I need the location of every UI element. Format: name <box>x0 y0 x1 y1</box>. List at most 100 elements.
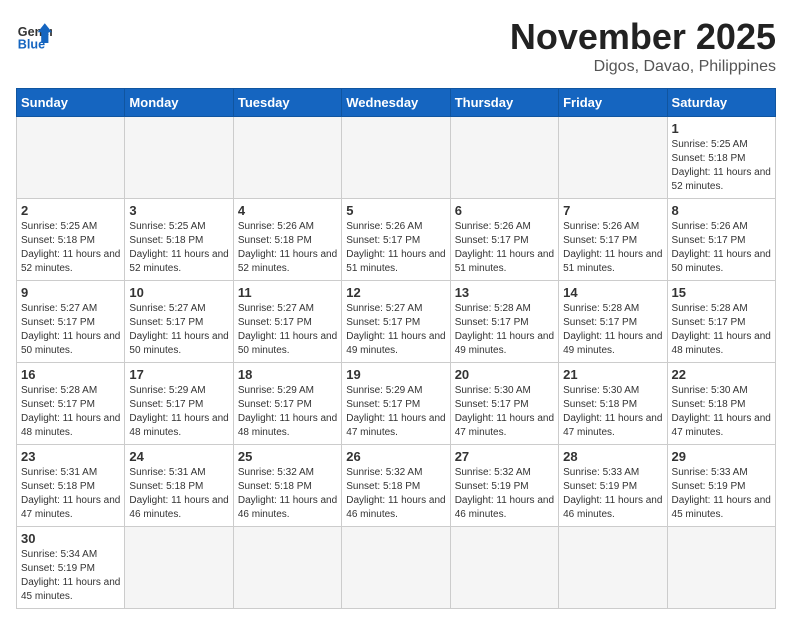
day-number: 6 <box>455 203 554 218</box>
table-row: 30 Sunrise: 5:34 AMSunset: 5:19 PMDayligh… <box>17 527 125 609</box>
page-title: November 2025 <box>510 16 776 58</box>
day-info: Sunrise: 5:34 AMSunset: 5:19 PMDaylight:… <box>21 548 120 604</box>
day-info: Sunrise: 5:33 AMSunset: 5:19 PMDaylight:… <box>672 466 771 522</box>
table-row: 9Sunrise: 5:27 AMSunset: 5:17 PMDaylight… <box>17 281 125 363</box>
table-row: 25Sunrise: 5:32 AMSunset: 5:18 PMDayligh… <box>233 445 341 527</box>
empty-cell <box>17 117 125 199</box>
table-row: 14Sunrise: 5:28 AMSunset: 5:17 PMDayligh… <box>559 281 667 363</box>
day-number: 16 <box>21 367 120 382</box>
empty-cell <box>342 117 450 199</box>
table-row: 16 Sunrise: 5:28 AMSunset: 5:17 PMDayligh… <box>17 363 125 445</box>
day-number: 5 <box>346 203 445 218</box>
day-number: 1 <box>672 121 771 136</box>
calendar-week-row: 16 Sunrise: 5:28 AMSunset: 5:17 PMDayligh… <box>17 363 776 445</box>
calendar-week-row: 2 Sunrise: 5:25 AMSunset: 5:18 PMDaylight… <box>17 199 776 281</box>
day-info: Sunrise: 5:29 AMSunset: 5:17 PMDaylight:… <box>346 384 445 440</box>
day-info: Sunrise: 5:26 AMSunset: 5:17 PMDaylight:… <box>563 220 662 276</box>
day-info: Sunrise: 5:30 AMSunset: 5:18 PMDaylight:… <box>672 384 771 440</box>
day-number: 29 <box>672 449 771 464</box>
header-tuesday: Tuesday <box>233 89 341 117</box>
table-row: 5 Sunrise: 5:26 AMSunset: 5:17 PMDaylight… <box>342 199 450 281</box>
empty-cell <box>125 527 233 609</box>
empty-cell <box>233 117 341 199</box>
day-number: 13 <box>455 285 554 300</box>
day-number: 14 <box>563 285 662 300</box>
page-subtitle: Digos, Davao, Philippines <box>510 58 776 76</box>
table-row: 21 Sunrise: 5:30 AMSunset: 5:18 PMDayligh… <box>559 363 667 445</box>
calendar-week-row: 9Sunrise: 5:27 AMSunset: 5:17 PMDaylight… <box>17 281 776 363</box>
table-row: 11Sunrise: 5:27 AMSunset: 5:17 PMDayligh… <box>233 281 341 363</box>
header-thursday: Thursday <box>450 89 558 117</box>
weekday-header-row: Sunday Monday Tuesday Wednesday Thursday… <box>17 89 776 117</box>
header-friday: Friday <box>559 89 667 117</box>
table-row: 27 Sunrise: 5:32 AMSunset: 5:19 PMDayligh… <box>450 445 558 527</box>
table-row: 4Sunrise: 5:26 AMSunset: 5:18 PMDaylight… <box>233 199 341 281</box>
calendar-week-row: 1 Sunrise: 5:25 AMSunset: 5:18 PMDaylight… <box>17 117 776 199</box>
empty-cell <box>450 527 558 609</box>
header-wednesday: Wednesday <box>342 89 450 117</box>
day-number: 17 <box>129 367 228 382</box>
day-info: Sunrise: 5:25 AMSunset: 5:18 PMDaylight:… <box>129 220 228 276</box>
calendar-week-row: 30 Sunrise: 5:34 AMSunset: 5:19 PMDayligh… <box>17 527 776 609</box>
table-row: 28 Sunrise: 5:33 AMSunset: 5:19 PMDayligh… <box>559 445 667 527</box>
calendar-week-row: 23Sunrise: 5:31 AMSunset: 5:18 PMDayligh… <box>17 445 776 527</box>
day-number: 30 <box>21 531 120 546</box>
day-number: 7 <box>563 203 662 218</box>
day-info: Sunrise: 5:25 AMSunset: 5:18 PMDaylight:… <box>21 220 120 276</box>
day-info: Sunrise: 5:28 AMSunset: 5:17 PMDaylight:… <box>21 384 120 440</box>
table-row: 17 Sunrise: 5:29 AMSunset: 5:17 PMDayligh… <box>125 363 233 445</box>
table-row: 19 Sunrise: 5:29 AMSunset: 5:17 PMDayligh… <box>342 363 450 445</box>
table-row: 18Sunrise: 5:29 AMSunset: 5:17 PMDayligh… <box>233 363 341 445</box>
table-row: 20Sunrise: 5:30 AMSunset: 5:17 PMDayligh… <box>450 363 558 445</box>
header-monday: Monday <box>125 89 233 117</box>
day-info: Sunrise: 5:33 AMSunset: 5:19 PMDaylight:… <box>563 466 662 522</box>
table-row: 24 Sunrise: 5:31 AMSunset: 5:18 PMDayligh… <box>125 445 233 527</box>
day-number: 4 <box>238 203 337 218</box>
day-info: Sunrise: 5:27 AMSunset: 5:17 PMDaylight:… <box>238 302 337 358</box>
table-row: 1 Sunrise: 5:25 AMSunset: 5:18 PMDaylight… <box>667 117 775 199</box>
day-number: 19 <box>346 367 445 382</box>
logo: General Blue <box>16 16 52 52</box>
table-row: 8Sunrise: 5:26 AMSunset: 5:17 PMDaylight… <box>667 199 775 281</box>
title-area: November 2025 Digos, Davao, Philippines <box>510 16 776 76</box>
day-info: Sunrise: 5:32 AMSunset: 5:19 PMDaylight:… <box>455 466 554 522</box>
day-info: Sunrise: 5:32 AMSunset: 5:18 PMDaylight:… <box>238 466 337 522</box>
day-info: Sunrise: 5:26 AMSunset: 5:17 PMDaylight:… <box>672 220 771 276</box>
header-saturday: Saturday <box>667 89 775 117</box>
day-info: Sunrise: 5:27 AMSunset: 5:17 PMDaylight:… <box>346 302 445 358</box>
day-number: 10 <box>129 285 228 300</box>
table-row: 12 Sunrise: 5:27 AMSunset: 5:17 PMDayligh… <box>342 281 450 363</box>
day-number: 12 <box>346 285 445 300</box>
day-number: 2 <box>21 203 120 218</box>
empty-cell <box>450 117 558 199</box>
day-info: Sunrise: 5:25 AMSunset: 5:18 PMDaylight:… <box>672 138 771 194</box>
day-number: 21 <box>563 367 662 382</box>
table-row: 15 Sunrise: 5:28 AMSunset: 5:17 PMDayligh… <box>667 281 775 363</box>
table-row: 22 Sunrise: 5:30 AMSunset: 5:18 PMDayligh… <box>667 363 775 445</box>
calendar-table: Sunday Monday Tuesday Wednesday Thursday… <box>16 88 776 609</box>
empty-cell <box>342 527 450 609</box>
day-info: Sunrise: 5:31 AMSunset: 5:18 PMDaylight:… <box>129 466 228 522</box>
day-number: 18 <box>238 367 337 382</box>
day-info: Sunrise: 5:28 AMSunset: 5:17 PMDaylight:… <box>455 302 554 358</box>
header-sunday: Sunday <box>17 89 125 117</box>
empty-cell <box>559 117 667 199</box>
table-row: 3Sunrise: 5:25 AMSunset: 5:18 PMDaylight… <box>125 199 233 281</box>
header: General Blue November 2025 Digos, Davao,… <box>16 16 776 76</box>
day-info: Sunrise: 5:29 AMSunset: 5:17 PMDaylight:… <box>129 384 228 440</box>
day-info: Sunrise: 5:27 AMSunset: 5:17 PMDaylight:… <box>21 302 120 358</box>
day-number: 28 <box>563 449 662 464</box>
svg-text:Blue: Blue <box>18 37 45 51</box>
day-info: Sunrise: 5:31 AMSunset: 5:18 PMDaylight:… <box>21 466 120 522</box>
table-row: 29 Sunrise: 5:33 AMSunset: 5:19 PMDayligh… <box>667 445 775 527</box>
table-row: 10Sunrise: 5:27 AMSunset: 5:17 PMDayligh… <box>125 281 233 363</box>
day-number: 22 <box>672 367 771 382</box>
empty-cell <box>667 527 775 609</box>
day-number: 24 <box>129 449 228 464</box>
day-number: 27 <box>455 449 554 464</box>
table-row: 2 Sunrise: 5:25 AMSunset: 5:18 PMDaylight… <box>17 199 125 281</box>
day-number: 15 <box>672 285 771 300</box>
day-info: Sunrise: 5:26 AMSunset: 5:17 PMDaylight:… <box>346 220 445 276</box>
day-info: Sunrise: 5:28 AMSunset: 5:17 PMDaylight:… <box>672 302 771 358</box>
day-info: Sunrise: 5:30 AMSunset: 5:18 PMDaylight:… <box>563 384 662 440</box>
